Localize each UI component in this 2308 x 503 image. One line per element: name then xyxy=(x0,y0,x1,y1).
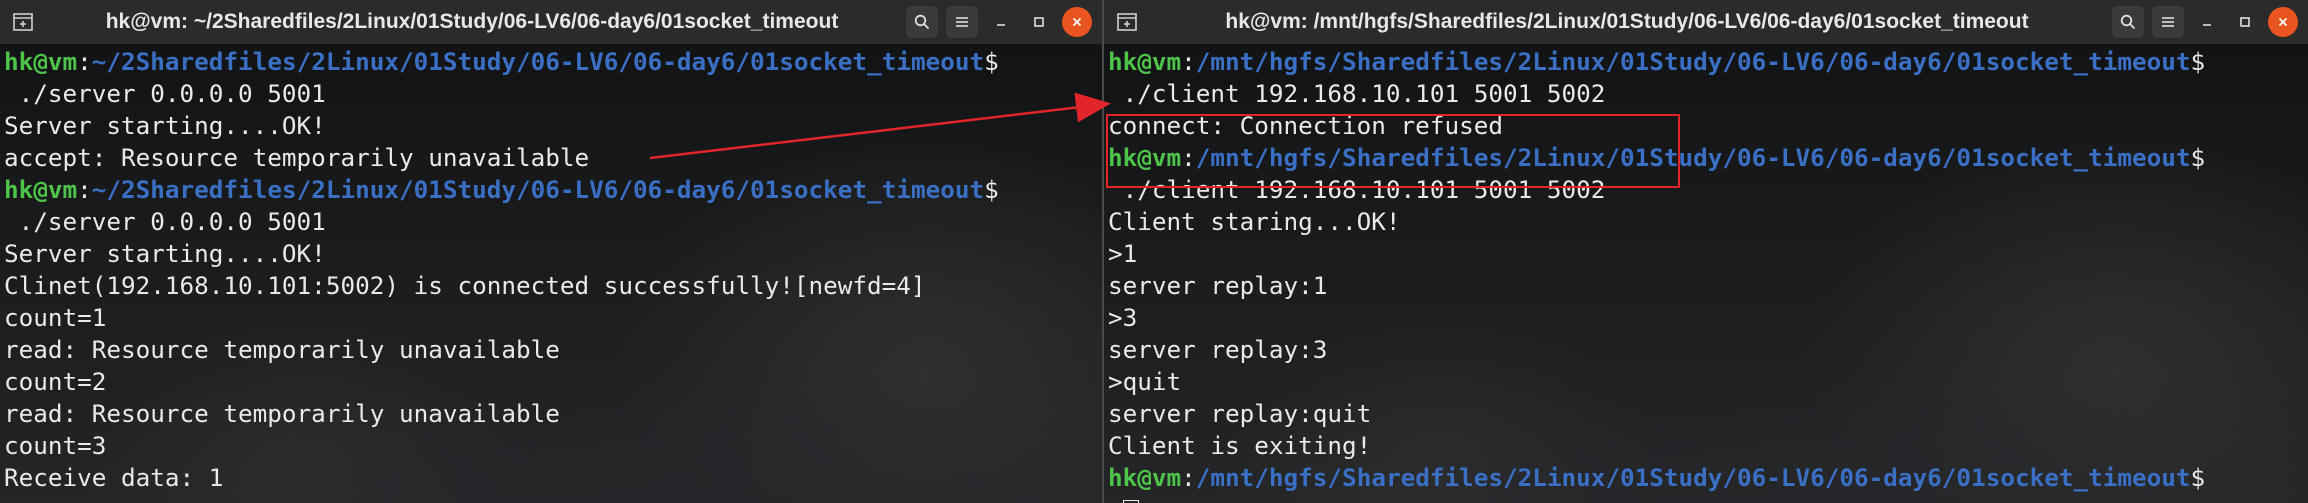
menu-button[interactable] xyxy=(2152,6,2184,38)
maximize-button[interactable] xyxy=(2230,7,2260,37)
prompt-line: hk@vm:~/2Sharedfiles/2Linux/01Study/06-L… xyxy=(4,174,999,206)
output-line: count=1 xyxy=(4,303,107,332)
window-title: hk@vm: ~/2Sharedfiles/2Linux/01Study/06-… xyxy=(105,10,839,33)
search-icon xyxy=(2120,14,2136,30)
minimize-button[interactable] xyxy=(986,7,1016,37)
new-tab-icon xyxy=(1117,13,1137,31)
prompt-line: hk@vm:/mnt/hgfs/Sharedfiles/2Linux/01Stu… xyxy=(1108,46,2205,78)
prompt-user: hk@vm xyxy=(4,47,78,76)
maximize-button[interactable] xyxy=(1024,7,1054,37)
prompt-dollar: $ xyxy=(2190,47,2206,76)
hamburger-menu-icon xyxy=(2162,17,2174,27)
prompt-line: hk@vm:~/2Sharedfiles/2Linux/01Study/06-L… xyxy=(4,46,999,78)
menu-button[interactable] xyxy=(946,6,978,38)
new-tab-button[interactable] xyxy=(8,7,38,37)
hamburger-menu-icon xyxy=(956,17,968,27)
output-line: Receive data: 1 xyxy=(4,463,224,492)
new-tab-icon xyxy=(13,13,33,31)
output-line: Server starting....OK! xyxy=(4,111,326,140)
minimize-button[interactable] xyxy=(2192,7,2222,37)
terminal-lines: hk@vm:~/2Sharedfiles/2Linux/01Study/06-L… xyxy=(4,46,999,494)
output-line: Clinet(192.168.10.101:5002) is connected… xyxy=(4,271,926,300)
terminal-output-left[interactable]: hk@vm:~/2Sharedfiles/2Linux/01Study/06-L… xyxy=(0,44,1102,503)
output-line: >1 xyxy=(1108,239,1138,268)
titlebar-left[interactable]: hk@vm: ~/2Sharedfiles/2Linux/01Study/06-… xyxy=(0,0,1102,45)
prompt-user: hk@vm xyxy=(1108,47,1182,76)
output-line: accept: Resource temporarily unavailable xyxy=(4,143,590,172)
maximize-icon xyxy=(1034,17,1044,27)
desktop-screen: hk@vm: ~/2Sharedfiles/2Linux/01Study/06-… xyxy=(0,0,2308,503)
output-line: >quit xyxy=(1108,367,1182,396)
prompt-separator: : xyxy=(1181,463,1196,492)
terminal-window-left[interactable]: hk@vm: ~/2Sharedfiles/2Linux/01Study/06-… xyxy=(0,0,1102,503)
close-icon xyxy=(1072,17,1082,27)
prompt-dollar: $ xyxy=(984,47,999,76)
output-line: server replay:quit xyxy=(1108,399,1372,428)
prompt-line: hk@vm:/mnt/hgfs/Sharedfiles/2Linux/01Stu… xyxy=(1108,462,2205,494)
prompt-separator: : xyxy=(77,175,92,204)
search-button[interactable] xyxy=(906,6,938,38)
prompt-dollar: $ xyxy=(2190,463,2206,492)
cursor-line xyxy=(1108,494,2205,503)
prompt-path: /mnt/hgfs/Sharedfiles/2Linux/01Study/06-… xyxy=(1195,47,2191,76)
close-button[interactable] xyxy=(2268,7,2298,37)
titlebar-right[interactable]: hk@vm: /mnt/hgfs/Sharedfiles/2Linux/01St… xyxy=(1104,0,2308,45)
terminal-output-right[interactable]: hk@vm:/mnt/hgfs/Sharedfiles/2Linux/01Stu… xyxy=(1104,44,2308,503)
annotation-highlight-box xyxy=(1106,114,1680,188)
output-line: ./client 192.168.10.101 5001 5002 xyxy=(1108,79,1606,108)
minimize-icon xyxy=(2203,24,2211,26)
output-line: >3 xyxy=(1108,303,1138,332)
window-title: hk@vm: /mnt/hgfs/Sharedfiles/2Linux/01St… xyxy=(1225,10,2029,33)
output-line: ./server 0.0.0.0 5001 xyxy=(4,79,326,108)
output-line: ./server 0.0.0.0 5001 xyxy=(4,207,326,236)
output-line: read: Resource temporarily unavailable xyxy=(4,399,560,428)
output-line: Client is exiting! xyxy=(1108,431,1372,460)
prompt-separator: : xyxy=(1181,47,1196,76)
terminal-window-right[interactable]: hk@vm: /mnt/hgfs/Sharedfiles/2Linux/01St… xyxy=(1102,0,2308,503)
prompt-path: ~/2Sharedfiles/2Linux/01Study/06-LV6/06-… xyxy=(91,47,985,76)
prompt-dollar: $ xyxy=(984,175,999,204)
prompt-user: hk@vm xyxy=(4,175,78,204)
close-button[interactable] xyxy=(1062,7,1092,37)
maximize-icon xyxy=(2240,17,2250,27)
output-line: read: Resource temporarily unavailable xyxy=(4,335,560,364)
new-tab-button[interactable] xyxy=(1112,7,1142,37)
output-line: server replay:3 xyxy=(1108,335,1328,364)
search-icon xyxy=(914,14,930,30)
output-line: count=2 xyxy=(4,367,107,396)
search-button[interactable] xyxy=(2112,6,2144,38)
output-line: Client staring...OK! xyxy=(1108,207,1401,236)
minimize-icon xyxy=(997,24,1005,26)
prompt-path: /mnt/hgfs/Sharedfiles/2Linux/01Study/06-… xyxy=(1195,463,2191,492)
prompt-dollar: $ xyxy=(2190,143,2206,172)
prompt-user: hk@vm xyxy=(1108,463,1182,492)
output-line: Server starting....OK! xyxy=(4,239,326,268)
close-icon xyxy=(2278,17,2288,27)
prompt-separator: : xyxy=(77,47,92,76)
output-line: count=3 xyxy=(4,431,107,460)
prompt-path: ~/2Sharedfiles/2Linux/01Study/06-LV6/06-… xyxy=(91,175,985,204)
output-line: server replay:1 xyxy=(1108,271,1328,300)
